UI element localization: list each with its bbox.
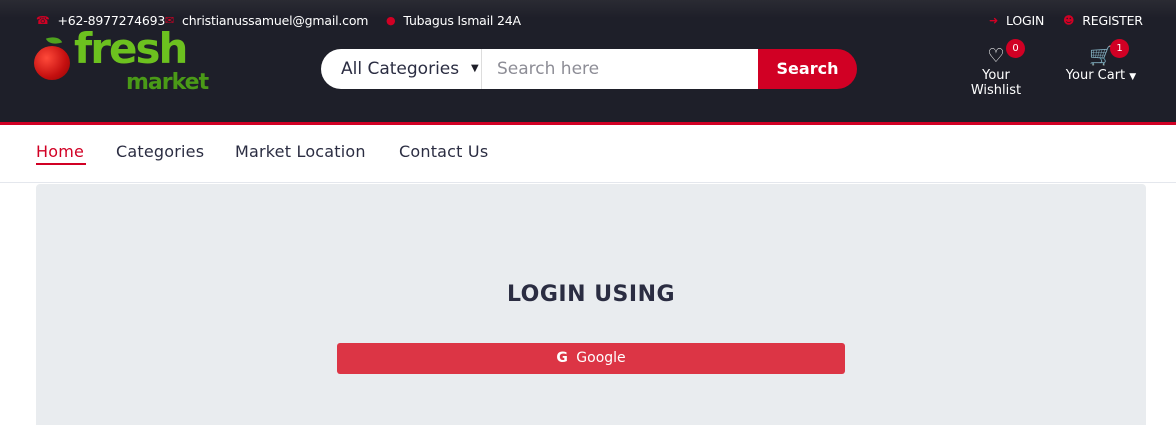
login-panel: LOGIN USING G Google <box>36 184 1146 425</box>
caret-down-icon: ▼ <box>471 63 479 74</box>
logo-word-fresh: fresh <box>74 24 188 73</box>
site-header: ☎ +62-8977274693 ✉ christianussamuel@gma… <box>0 0 1176 122</box>
active-nav-indicator <box>36 163 86 165</box>
register-link[interactable]: ☻ REGISTER <box>1063 13 1143 28</box>
category-select[interactable]: All Categories <box>321 49 482 89</box>
map-marker-icon: ● <box>386 14 396 27</box>
nav-item-categories[interactable]: Categories <box>116 142 204 161</box>
register-label: REGISTER <box>1082 13 1143 28</box>
address-text: Tubagus Ismail 24A <box>403 13 521 28</box>
wishlist-link[interactable]: ♡ Your Wishlist 0 <box>955 39 1037 98</box>
sign-in-icon: ➜ <box>989 14 999 27</box>
site-logo[interactable]: fresh market <box>34 24 224 100</box>
apple-icon <box>34 46 70 80</box>
google-login-button[interactable]: G Google <box>337 343 845 374</box>
login-link[interactable]: ➜ LOGIN <box>989 13 1044 28</box>
google-label: Google <box>576 350 626 366</box>
email-text: christianussamuel@gmail.com <box>182 13 369 28</box>
nav-item-market-location[interactable]: Market Location <box>235 142 366 161</box>
logo-word-market: market <box>126 70 209 95</box>
cart-count-badge: 1 <box>1110 39 1129 58</box>
wishlist-count-badge: 0 <box>1006 39 1025 58</box>
login-title: LOGIN USING <box>506 282 676 307</box>
cart-label: Your Cart <box>1065 68 1126 83</box>
login-label: LOGIN <box>1006 13 1045 28</box>
cart-link[interactable]: 🛒 Your Cart ▼ 1 <box>1064 39 1138 83</box>
nav-item-contact-us[interactable]: Contact Us <box>399 142 488 161</box>
header-address[interactable]: ● Tubagus Ismail 24A <box>386 13 521 28</box>
main-nav: Home Categories Market Location Contact … <box>0 125 1176 183</box>
phone-icon: ☎ <box>36 14 50 27</box>
search-button[interactable]: Search <box>758 49 857 89</box>
search-input[interactable]: Search here <box>482 49 758 89</box>
header-email[interactable]: ✉ christianussamuel@gmail.com <box>165 13 368 28</box>
search-form: All Categories ▼ Search here Search <box>321 49 857 89</box>
caret-down-icon: ▼ <box>1129 72 1137 82</box>
wishlist-label: Your Wishlist <box>970 68 1022 98</box>
nav-item-home[interactable]: Home <box>36 142 84 161</box>
google-icon: G <box>556 350 568 366</box>
user-plus-icon: ☻ <box>1063 14 1075 27</box>
